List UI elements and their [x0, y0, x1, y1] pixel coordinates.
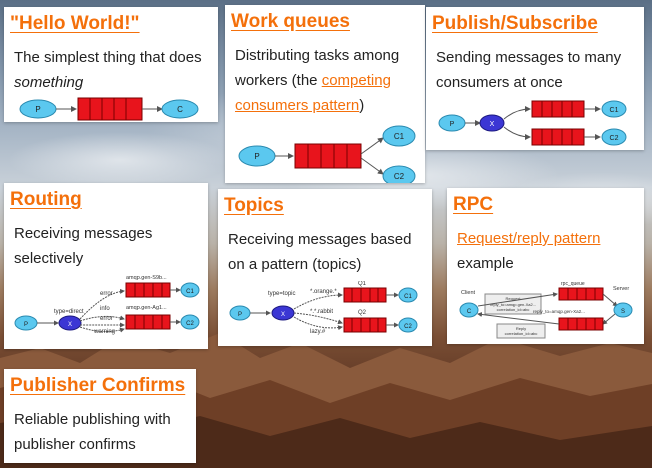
- reply-box: Reply correlation_id=abc: [496, 323, 546, 339]
- topics-q1-label: Q1: [358, 281, 367, 287]
- card-hello-world: "Hello World!" The simplest thing that d…: [4, 7, 218, 122]
- card-topics: Topics Receiving messages based on a pat…: [218, 189, 432, 346]
- routing-type-label: type=direct: [54, 309, 84, 315]
- work-queues-diagram: P C1 C2: [238, 125, 416, 183]
- rpc-client-label: Client: [461, 290, 476, 296]
- hello-world-diagram: P C: [19, 97, 199, 121]
- topics-key2: *.*.rabbit: [310, 309, 333, 315]
- queue2-node: [125, 314, 171, 330]
- routing-title-link[interactable]: Routing: [10, 189, 198, 211]
- exchange-label: X: [281, 312, 285, 318]
- routing-key-warning: warning: [93, 329, 115, 335]
- consumer2-label: C2: [404, 324, 412, 330]
- work-queues-description: Distributing tasks among workers (the co…: [235, 47, 400, 114]
- queue2-node: [343, 317, 387, 333]
- routing-key-info: info: [100, 306, 110, 312]
- work-queues-title-link[interactable]: Work queues: [231, 11, 415, 33]
- svg-text:correlation_id=abc: correlation_id=abc: [505, 331, 538, 336]
- publish-subscribe-description: Sending messages to many consumers at on…: [436, 49, 622, 91]
- routing-queue1-label: amqp.gen-S9b...: [126, 275, 167, 281]
- client-node-label: C: [467, 309, 472, 315]
- card-work-queues: Work queues Distributing tasks among wor…: [225, 5, 425, 183]
- rpc-queue-label: rpc_queue: [561, 281, 585, 287]
- consumer2-label: C2: [186, 321, 194, 327]
- queue-node: [294, 143, 362, 169]
- producer-label: P: [24, 322, 28, 328]
- routing-key-error2: error: [100, 316, 113, 322]
- queue2-node: [531, 128, 585, 146]
- consumer1-label: C1: [404, 294, 412, 300]
- card-publish-subscribe: Publish/Subscribe Sending messages to ma…: [426, 7, 644, 150]
- producer-label: P: [450, 121, 455, 128]
- exchange-label: X: [490, 121, 495, 128]
- card-routing: Routing Receiving messages selectively P…: [4, 183, 208, 349]
- topics-description: Receiving messages based on a pattern (t…: [228, 231, 412, 273]
- exchange-label: X: [68, 322, 72, 328]
- rpc-description: Request/reply pattern example: [457, 230, 601, 272]
- reply-queue-node: [558, 317, 604, 331]
- rpc-title-link[interactable]: RPC: [453, 194, 634, 216]
- topics-key3: lazy.#: [310, 329, 326, 335]
- producer-label: P: [238, 312, 242, 318]
- topics-q2-label: Q2: [358, 310, 367, 316]
- consumer1-label: C1: [394, 132, 405, 141]
- routing-diagram: P type=direct X error info error warning…: [14, 275, 200, 335]
- consumer1-label: C1: [610, 107, 619, 114]
- rpc-server-label: Server: [613, 286, 629, 292]
- queue1-node: [125, 282, 171, 298]
- routing-key-error: error: [100, 291, 113, 297]
- publisher-confirms-title-link[interactable]: Publisher Confirms: [10, 375, 186, 397]
- routing-queue2-label: amqp.gen-Ag1...: [126, 305, 167, 311]
- publish-subscribe-diagram: P X C1 C2: [438, 100, 627, 146]
- topics-title-link[interactable]: Topics: [224, 195, 422, 217]
- rpc-diagram: Client C Request reply_to=amqp.gen-Xa2..…: [459, 281, 633, 339]
- queue1-node: [531, 100, 585, 118]
- topics-type-label: type=topic: [268, 291, 296, 297]
- rpc-queue-node: [558, 287, 604, 301]
- card-publisher-confirms: Publisher Confirms Reliable publishing w…: [4, 369, 196, 463]
- producer-label: P: [254, 152, 259, 161]
- hello-world-description: The simplest thing that does something: [14, 49, 202, 91]
- publisher-confirms-description: Reliable publishing with publisher confi…: [14, 411, 171, 453]
- request-reply-pattern-link[interactable]: Request/reply pattern: [457, 230, 600, 247]
- consumer2-label: C2: [394, 172, 405, 181]
- queue-node: [77, 97, 143, 121]
- consumer2-label: C2: [610, 135, 619, 142]
- hello-world-title-link[interactable]: "Hello World!": [10, 13, 208, 35]
- publish-subscribe-title-link[interactable]: Publish/Subscribe: [432, 13, 634, 35]
- topics-key1: *.orange.*: [310, 289, 337, 295]
- queue1-node: [343, 287, 387, 303]
- consumer1-label: C1: [186, 289, 194, 295]
- svg-text:correlation_id=abc: correlation_id=abc: [497, 307, 530, 312]
- consumer-label: C: [177, 105, 183, 114]
- card-rpc: RPC Request/reply pattern example Client…: [447, 188, 644, 344]
- rpc-reply-queue-label: reply_to=amqp.gen-Xa2...: [533, 309, 585, 314]
- topics-diagram: P type=topic X *.orange.* *.*.rabbit laz…: [229, 281, 418, 335]
- producer-label: P: [35, 105, 40, 114]
- routing-description: Receiving messages selectively: [14, 225, 153, 267]
- server-node-label: S: [621, 309, 625, 315]
